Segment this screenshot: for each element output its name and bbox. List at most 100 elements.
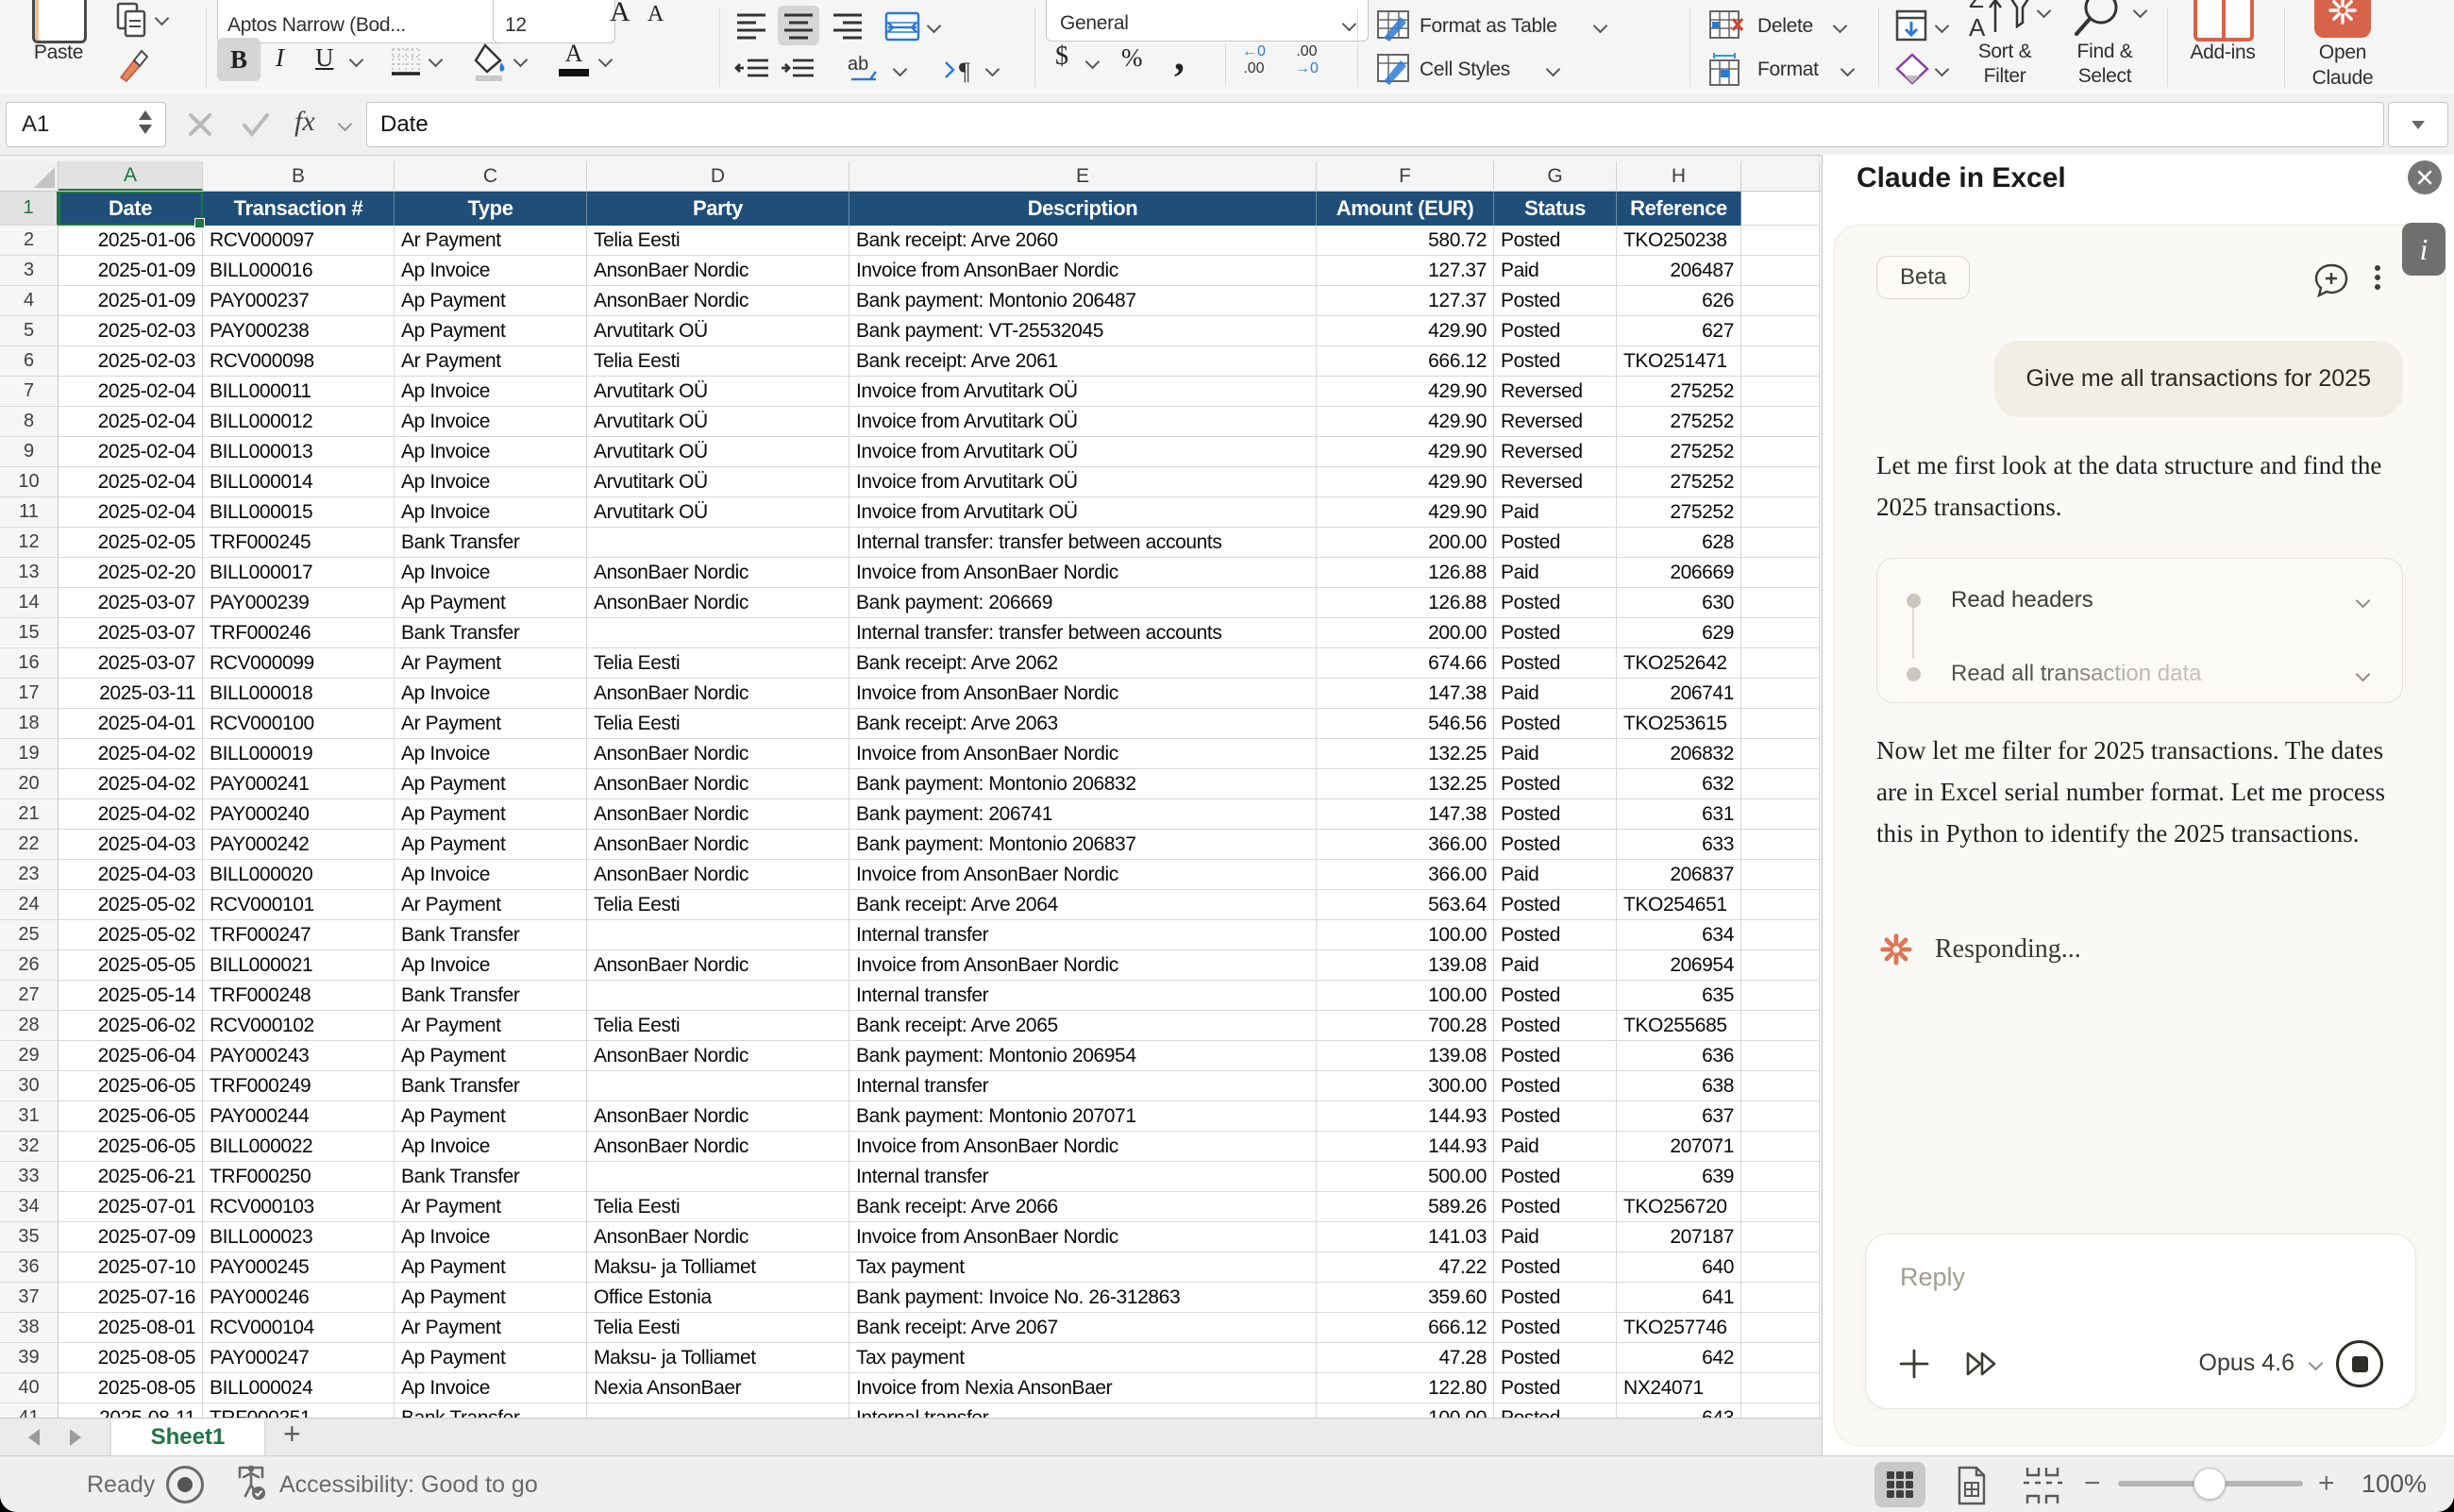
grid-cell[interactable]: 2025-07-16 xyxy=(59,1283,203,1313)
grid-cell[interactable]: 47.22 xyxy=(1317,1252,1494,1283)
grid-cell[interactable]: Telia Eesti xyxy=(587,890,849,920)
empty-cell[interactable] xyxy=(1741,1162,1820,1192)
percent-format-button[interactable]: % xyxy=(1121,43,1143,73)
row-header-38[interactable]: 38 xyxy=(0,1313,59,1343)
row-header-25[interactable]: 25 xyxy=(0,920,59,950)
row-header-7[interactable]: 7 xyxy=(0,377,59,407)
grid-cell[interactable]: AnsonBaer Nordic xyxy=(587,679,849,709)
grid-cell[interactable]: PAY000240 xyxy=(203,799,395,830)
grid-cell[interactable]: Posted xyxy=(1494,588,1617,618)
format-as-table-button[interactable]: Format as Table xyxy=(1420,15,1557,38)
grid-cell[interactable]: Posted xyxy=(1494,1313,1617,1343)
grid-cell[interactable]: Bank payment: Montonio 207071 xyxy=(849,1101,1317,1132)
empty-cell[interactable] xyxy=(1741,860,1820,890)
grid-cell[interactable]: 2025-04-02 xyxy=(59,739,203,769)
grid-cell[interactable]: 630 xyxy=(1617,588,1741,618)
grid-cell[interactable]: 200.00 xyxy=(1317,528,1494,558)
format-chevron-icon[interactable] xyxy=(1840,62,1856,77)
grid-cell[interactable]: Posted xyxy=(1494,981,1617,1011)
sheet-tab-active[interactable]: Sheet1 xyxy=(111,1419,264,1456)
font-color-chevron-icon[interactable] xyxy=(598,53,614,68)
underline-button[interactable]: U xyxy=(315,43,334,73)
grid-cell[interactable]: Bank payment: Montonio 206832 xyxy=(849,769,1317,799)
format-as-table-icon[interactable] xyxy=(1376,9,1410,42)
grid-cell[interactable]: Invoice from AnsonBaer Nordic xyxy=(849,1132,1317,1162)
grid-cell[interactable]: 429.90 xyxy=(1317,316,1494,346)
column-header-C[interactable]: C xyxy=(395,161,587,191)
grid-cell[interactable] xyxy=(587,981,849,1011)
column-header-G[interactable]: G xyxy=(1494,161,1617,191)
grid-cell[interactable]: 2025-06-05 xyxy=(59,1101,203,1132)
row-header-35[interactable]: 35 xyxy=(0,1222,59,1252)
grid-cell[interactable]: 631 xyxy=(1617,799,1741,830)
row-header-40[interactable]: 40 xyxy=(0,1373,59,1403)
grid-cell[interactable]: Invoice from Nexia AnsonBaer xyxy=(849,1373,1317,1403)
grid-cell[interactable]: 366.00 xyxy=(1317,830,1494,860)
grid-cell[interactable]: 2025-04-02 xyxy=(59,769,203,799)
grid-cell[interactable]: Arvutitark OÜ xyxy=(587,497,849,528)
grid-cell[interactable]: 127.37 xyxy=(1317,256,1494,286)
grid-cell[interactable]: PAY000241 xyxy=(203,769,395,799)
next-sheet-arrow-icon[interactable] xyxy=(70,1429,81,1446)
grid-cell[interactable]: BILL000011 xyxy=(203,377,395,407)
zoom-slider-thumb[interactable] xyxy=(2193,1468,2226,1500)
fill-color-icon[interactable] xyxy=(472,42,508,81)
grid-cell[interactable]: 636 xyxy=(1617,1041,1741,1071)
grid-cell[interactable]: Paid xyxy=(1494,497,1617,528)
currency-format-button[interactable]: $ xyxy=(1055,42,1068,72)
empty-cell[interactable] xyxy=(1741,467,1820,497)
fill-down-icon[interactable] xyxy=(1895,9,1929,42)
grid-cell[interactable]: 366.00 xyxy=(1317,860,1494,890)
grid-cell[interactable]: 2025-08-05 xyxy=(59,1373,203,1403)
grid-cell[interactable]: 2025-04-01 xyxy=(59,709,203,739)
cell-styles-chevron-icon[interactable] xyxy=(1546,62,1561,77)
grid-cell[interactable]: Ap Invoice xyxy=(395,950,587,981)
empty-cell[interactable] xyxy=(1741,256,1820,286)
empty-cell[interactable] xyxy=(1741,1373,1820,1403)
row-header-11[interactable]: 11 xyxy=(0,497,59,528)
find-select-icon[interactable] xyxy=(2073,0,2133,40)
borders-chevron-icon[interactable] xyxy=(429,53,444,68)
grid-cell[interactable]: PAY000243 xyxy=(203,1041,395,1071)
grid-cell[interactable]: Posted xyxy=(1494,769,1617,799)
grid-cell[interactable]: Ap Payment xyxy=(395,316,587,346)
clear-eraser-icon[interactable] xyxy=(1895,53,1929,85)
grid-cell[interactable]: AnsonBaer Nordic xyxy=(587,860,849,890)
close-panel-button[interactable] xyxy=(2408,160,2442,194)
grid-cell[interactable]: 139.08 xyxy=(1317,1041,1494,1071)
grid-cell[interactable]: Telia Eesti xyxy=(587,226,849,256)
formula-bar-expand-button[interactable] xyxy=(2388,102,2448,147)
empty-cell[interactable] xyxy=(1741,830,1820,860)
grid-cell[interactable]: TRF000247 xyxy=(203,920,395,950)
grid-cell[interactable]: 2025-08-01 xyxy=(59,1313,203,1343)
format-cells-icon[interactable] xyxy=(1708,53,1746,87)
row-header-33[interactable]: 33 xyxy=(0,1162,59,1192)
grid-cell[interactable]: Invoice from AnsonBaer Nordic xyxy=(849,739,1317,769)
grid-cell[interactable]: Invoice from AnsonBaer Nordic xyxy=(849,860,1317,890)
grid-cell[interactable]: Arvutitark OÜ xyxy=(587,377,849,407)
row-header-24[interactable]: 24 xyxy=(0,890,59,920)
grid-cell[interactable]: TKO255685 xyxy=(1617,1011,1741,1041)
grid-cell[interactable]: 626 xyxy=(1617,286,1741,316)
grid-cell[interactable]: 2025-02-04 xyxy=(59,407,203,437)
grid-cell[interactable]: Bank receipt: Arve 2060 xyxy=(849,226,1317,256)
model-chevron-icon[interactable] xyxy=(2309,1356,2324,1371)
empty-cell[interactable] xyxy=(1741,799,1820,830)
grid-cell[interactable]: AnsonBaer Nordic xyxy=(587,739,849,769)
grid-cell[interactable]: 2025-07-10 xyxy=(59,1252,203,1283)
grid-cell[interactable]: 429.90 xyxy=(1317,407,1494,437)
grid-cell[interactable]: Posted xyxy=(1494,1101,1617,1132)
grid-cell[interactable]: TKO257746 xyxy=(1617,1313,1741,1343)
grid-cell[interactable]: RCV000104 xyxy=(203,1313,395,1343)
grid-cell[interactable]: AnsonBaer Nordic xyxy=(587,950,849,981)
grid-cell[interactable]: 639 xyxy=(1617,1162,1741,1192)
grid-cell[interactable]: Ar Payment xyxy=(395,1011,587,1041)
grid-cell[interactable]: Internal transfer xyxy=(849,981,1317,1011)
grid-cell[interactable]: Telia Eesti xyxy=(587,709,849,739)
row-header-20[interactable]: 20 xyxy=(0,769,59,799)
row-header-29[interactable]: 29 xyxy=(0,1041,59,1071)
grid-cell[interactable]: AnsonBaer Nordic xyxy=(587,799,849,830)
grid-cell[interactable]: Posted xyxy=(1494,1041,1617,1071)
tool-step-row[interactable]: Read all transaction data xyxy=(1877,653,2402,695)
grid-cell[interactable]: Posted xyxy=(1494,1192,1617,1222)
